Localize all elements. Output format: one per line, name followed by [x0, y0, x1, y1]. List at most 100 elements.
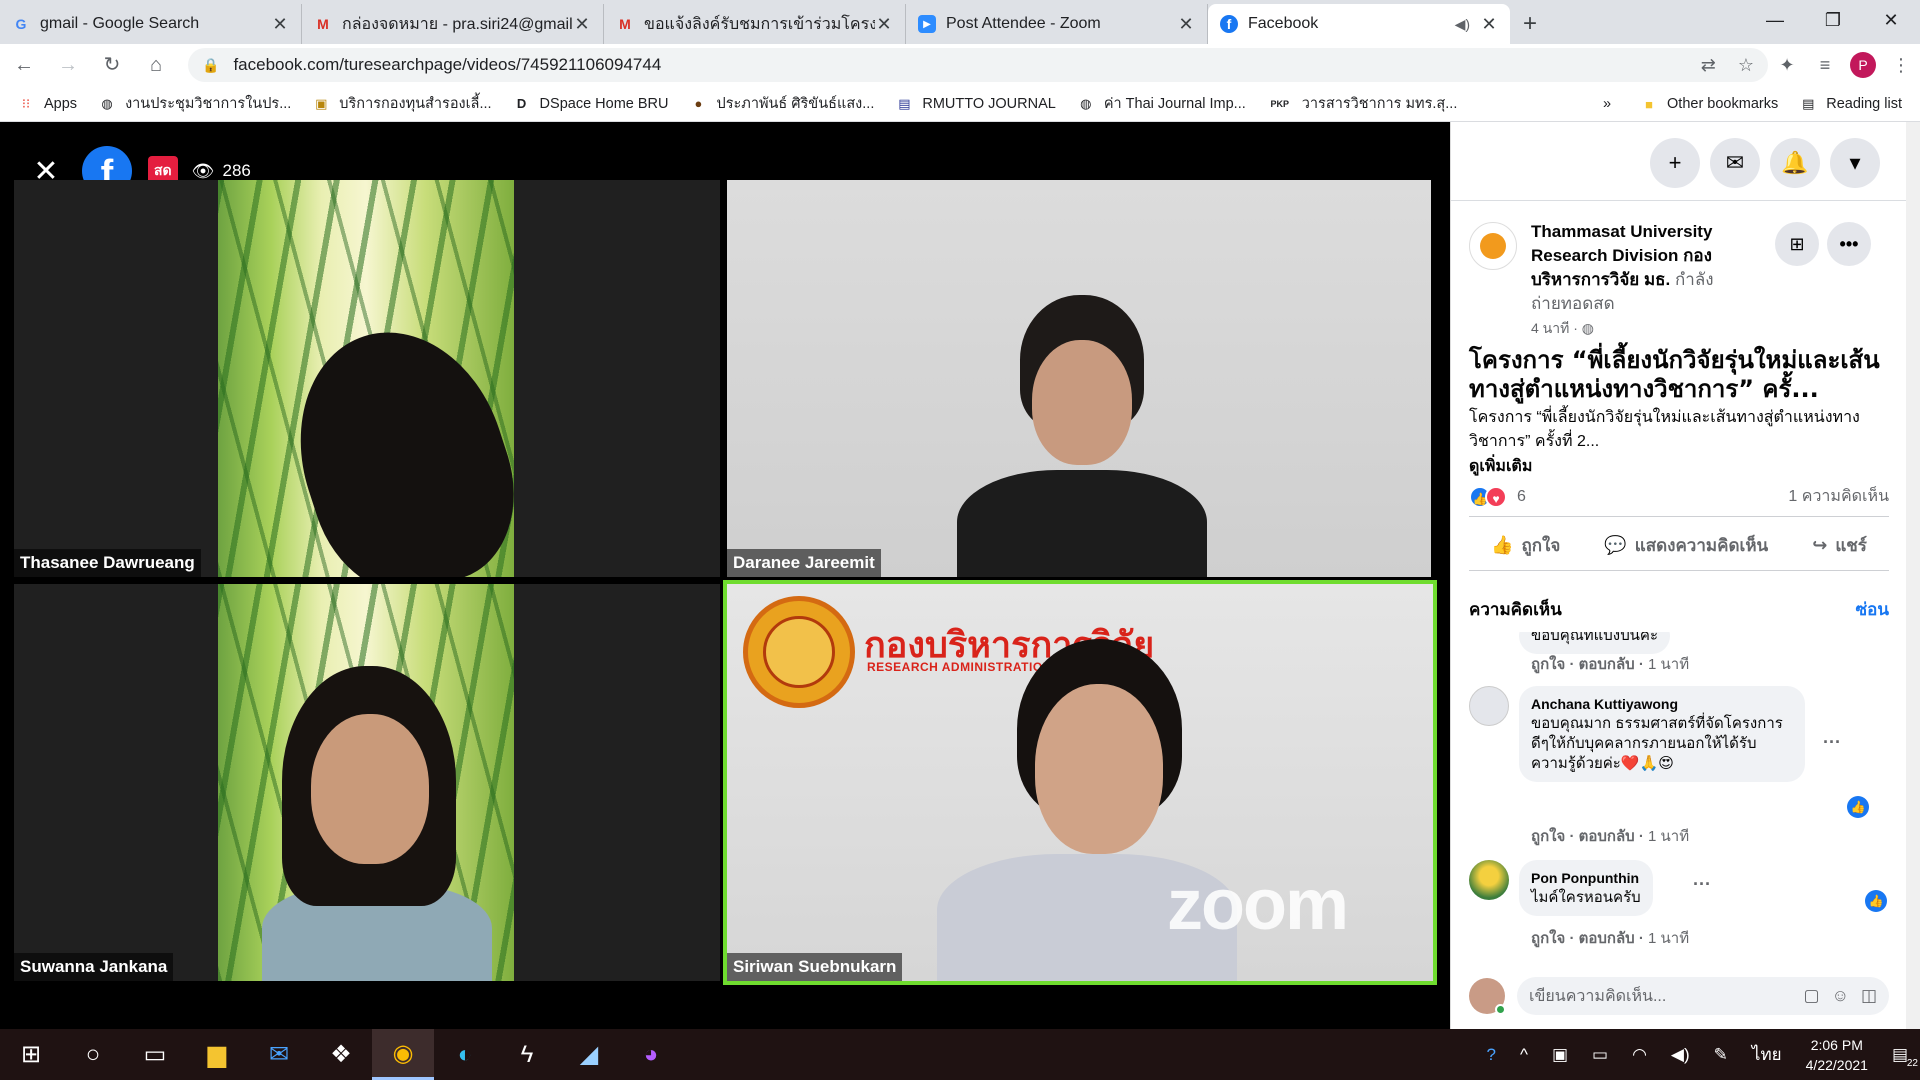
show-hidden-icons-chevron[interactable]: ^ — [1520, 1045, 1528, 1065]
media-queue-icon[interactable]: ≡ — [1806, 47, 1844, 83]
extensions-icon[interactable]: ✦ — [1768, 47, 1806, 83]
bookmark-item[interactable]: ◍ ค่า Thai Journal Imp... — [1078, 92, 1246, 115]
home-icon[interactable]: ⌂ — [136, 47, 176, 83]
like-button[interactable]: 👍 ถูกใจ — [1491, 532, 1560, 559]
chrome-menu-icon[interactable]: ⋮ — [1882, 47, 1920, 83]
notes-icon[interactable]: ◢ — [558, 1029, 620, 1080]
comment-author[interactable]: Pon Ponpunthin — [1531, 868, 1641, 888]
speaker-icon[interactable]: ◀) — [1455, 16, 1470, 33]
comment-time[interactable]: 1 นาที — [1648, 930, 1689, 947]
gif-icon[interactable]: ◫ — [1861, 986, 1877, 1006]
help-icon[interactable]: ? — [1487, 1045, 1496, 1065]
maximize-icon[interactable]: ❐ — [1804, 0, 1862, 40]
edge-icon[interactable]: ◐ — [434, 1029, 496, 1080]
comment-count[interactable]: 1 ความคิดเห็น — [1788, 484, 1889, 509]
file-explorer-icon[interactable]: ▆ — [186, 1029, 248, 1080]
reading-list[interactable]: ▤ Reading list — [1800, 96, 1902, 112]
comment-options-icon[interactable]: ··· — [1693, 874, 1711, 895]
commenter-avatar[interactable] — [1469, 860, 1509, 900]
windows-start-icon[interactable]: ⊞ — [0, 1029, 62, 1080]
translate-icon[interactable]: ⇄ — [1701, 55, 1716, 76]
comment-like-link[interactable]: ถูกใจ — [1531, 828, 1565, 845]
address-bar[interactable]: 🔒 facebook.com/turesearchpage/videos/745… — [188, 48, 1768, 82]
bookmark-item[interactable]: PKP วารสารวิชาการ มทร.สุ... — [1268, 92, 1458, 115]
comment-time[interactable]: 1 นาที — [1648, 656, 1689, 673]
scrollbar[interactable] — [1906, 122, 1920, 1029]
university-seal-icon — [743, 596, 855, 708]
task-view-icon[interactable]: ▭ — [124, 1029, 186, 1080]
bookmark-star-icon[interactable]: ☆ — [1738, 55, 1754, 76]
back-arrow-icon[interactable]: ← — [4, 47, 44, 83]
close-tab-icon[interactable]: ✕ — [875, 15, 893, 33]
url-text[interactable]: facebook.com/turesearchpage/videos/74592… — [233, 55, 661, 75]
reactions-summary[interactable]: 👍 ♥ 6 1 ความคิดเห็น — [1469, 484, 1889, 509]
save-video-icon[interactable]: ⊞ — [1775, 222, 1819, 266]
emoji-icon[interactable]: ☺ — [1832, 986, 1849, 1006]
tab-zoom[interactable]: ▶ Post Attendee - Zoom ✕ — [906, 4, 1208, 44]
messenger-app-icon[interactable]: ◕ — [620, 1029, 682, 1080]
tab-google-search[interactable]: G gmail - Google Search ✕ — [0, 4, 302, 44]
create-plus-icon[interactable]: + — [1650, 138, 1700, 188]
commenter-avatar[interactable] — [1469, 686, 1509, 726]
hide-comments-link[interactable]: ซ่อน — [1856, 596, 1889, 623]
bookmark-item[interactable]: ◍ งานประชุมวิชาการในปร... — [99, 92, 291, 115]
notifications-icon[interactable]: ▤ 22 — [1892, 1045, 1918, 1069]
bookmarks-overflow-chevron[interactable]: » — [1603, 96, 1611, 112]
bookmark-item[interactable]: ▣ บริการกองทุนสำรองเลี้... — [313, 92, 491, 115]
comments-header: ความคิดเห็น ซ่อน — [1469, 596, 1889, 623]
app-icon[interactable]: ϟ — [496, 1029, 558, 1080]
chrome-icon[interactable]: ◉ — [372, 1029, 434, 1080]
messenger-icon[interactable]: ✉ — [1710, 138, 1760, 188]
see-more-link[interactable]: ดูเพิ่มเติม — [1469, 454, 1532, 479]
more-options-icon[interactable]: ••• — [1827, 222, 1871, 266]
comment-like-link[interactable]: ถูกใจ — [1531, 656, 1565, 673]
search-icon[interactable]: ○ — [62, 1029, 124, 1080]
share-button[interactable]: ↪ แชร์ — [1812, 532, 1867, 559]
page-avatar[interactable] — [1469, 222, 1517, 270]
language-indicator[interactable]: ไทย — [1752, 1041, 1782, 1068]
tab-gmail-inbox[interactable]: M กล่องจดหมาย - pra.siri24@gmail.com ✕ — [302, 4, 604, 44]
bookmark-apps[interactable]: ⁝⁝ Apps — [18, 96, 77, 112]
profile-avatar[interactable]: P — [1850, 52, 1876, 78]
viewer-count: 👁 286 — [192, 161, 251, 182]
close-tab-icon[interactable]: ✕ — [1480, 15, 1498, 33]
close-tab-icon[interactable]: ✕ — [1177, 15, 1195, 33]
wifi-icon[interactable]: ◠ — [1632, 1045, 1647, 1065]
comment-time[interactable]: 1 นาที — [1648, 828, 1689, 845]
volume-icon[interactable]: ◀) — [1671, 1045, 1690, 1065]
dropbox-icon[interactable]: ❖ — [310, 1029, 372, 1080]
forward-arrow-icon[interactable]: → — [48, 47, 88, 83]
comment-reply-link[interactable]: ตอบกลับ — [1579, 656, 1635, 673]
sticker-icon[interactable]: ▢ — [1804, 986, 1820, 1006]
bookmark-label: ประภาพันธ์ ศิริขันธ์แสง... — [716, 96, 875, 112]
minimize-icon[interactable]: — — [1746, 0, 1804, 40]
bookmark-item[interactable]: D DSpace Home BRU — [514, 96, 669, 112]
pen-icon[interactable]: ✎ — [1714, 1045, 1728, 1065]
tab-facebook[interactable]: f Facebook ◀) ✕ — [1208, 4, 1510, 44]
comment-like-link[interactable]: ถูกใจ — [1531, 930, 1565, 947]
notifications-bell-icon[interactable]: 🔔 — [1770, 138, 1820, 188]
battery-icon[interactable]: ▭ — [1592, 1045, 1608, 1065]
lock-icon[interactable]: 🔒 — [202, 57, 219, 74]
reload-icon[interactable]: ↻ — [92, 47, 132, 83]
comment-author[interactable]: Anchana Kuttiyawong — [1531, 694, 1793, 714]
account-dropdown-icon[interactable]: ▾ — [1830, 138, 1880, 188]
bookmark-item[interactable]: ▤ RMUTTO JOURNAL — [896, 96, 1056, 112]
live-video-player[interactable]: ✕ f สด 👁 286 Thasanee Dawrueang Daranee … — [0, 122, 1450, 1029]
close-window-icon[interactable]: ✕ — [1862, 0, 1920, 40]
close-tab-icon[interactable]: ✕ — [573, 15, 591, 33]
other-bookmarks[interactable]: ■ Other bookmarks — [1641, 96, 1778, 112]
comment-reply-link[interactable]: ตอบกลับ — [1579, 930, 1635, 947]
device-icon[interactable]: ▣ — [1552, 1045, 1568, 1065]
comment-reply-link[interactable]: ตอบกลับ — [1579, 828, 1635, 845]
clock[interactable]: 2:06 PM 4/22/2021 — [1806, 1035, 1868, 1075]
close-tab-icon[interactable]: ✕ — [271, 15, 289, 33]
new-tab-button[interactable]: + — [1510, 4, 1550, 44]
mail-icon[interactable]: ✉ — [248, 1029, 310, 1080]
bookmark-item[interactable]: ● ประภาพันธ์ ศิริขันธ์แสง... — [690, 92, 875, 115]
comment-options-icon[interactable]: ··· — [1823, 732, 1841, 753]
comment-input[interactable]: เขียนความคิดเห็น... ▢ ☺ ◫ — [1517, 977, 1889, 1015]
tab-gmail-message[interactable]: M ขอแจ้งลิงค์รับชมการเข้าร่วมโครงการ ✕ — [604, 4, 906, 44]
comment-button[interactable]: 💬 แสดงความคิดเห็น — [1604, 532, 1768, 559]
post-time-value[interactable]: 4 นาที · — [1531, 320, 1578, 336]
